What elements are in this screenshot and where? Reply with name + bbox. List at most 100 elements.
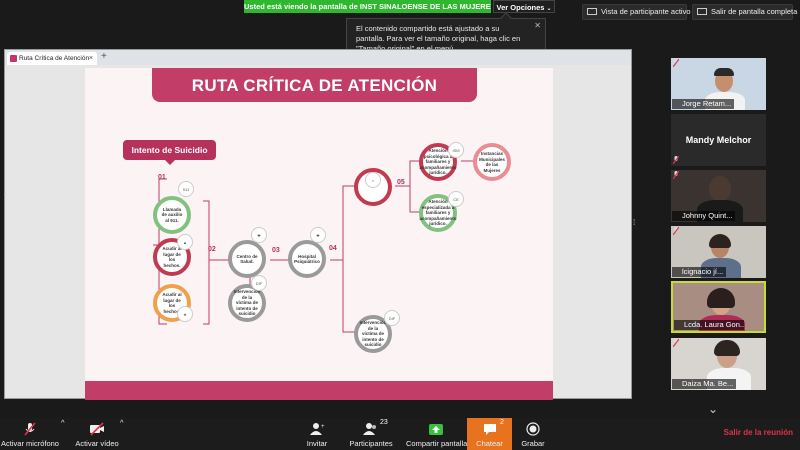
- new-tab-icon[interactable]: +: [101, 51, 107, 62]
- gallery-icon: [587, 7, 597, 15]
- person-hair: [707, 288, 735, 308]
- participant-name: Lcda. Laura Gon...: [674, 320, 744, 330]
- step-02: 02: [208, 246, 216, 253]
- muted-mic-icon: [673, 156, 679, 164]
- zoom-meeting-window: Usted está viendo la pantalla de INST SI…: [0, 0, 800, 450]
- mic-options-chevron-icon[interactable]: ^: [61, 418, 65, 450]
- node-hospital-text: Hospital Psiquiátrico: [294, 253, 320, 265]
- slide-footer-band: [85, 381, 553, 400]
- chevron-down-icon: ⌄: [546, 6, 552, 12]
- node-hospital: Hospital Psiquiátrico: [288, 240, 326, 278]
- start-video-button[interactable]: Activar vídeo: [72, 418, 122, 450]
- muted-mic-icon: [673, 171, 679, 179]
- record-icon: [526, 422, 540, 436]
- step-05: 05: [397, 179, 405, 186]
- invite-label: Invitar: [306, 439, 328, 448]
- women-inst-logo-icon: ISM: [448, 142, 464, 158]
- splitter-handle-icon[interactable]: ⁞: [633, 218, 635, 227]
- start-box: Intento de Suicidio: [123, 140, 216, 165]
- gallery-view-button[interactable]: Vista de participante activo: [582, 4, 691, 20]
- person-hair: [714, 68, 734, 76]
- share-banner: Usted está viendo la pantalla de INST SI…: [244, 0, 491, 13]
- video-options-chevron-icon[interactable]: ^: [120, 418, 124, 450]
- step-04: 04: [329, 245, 337, 252]
- tab-close-icon[interactable]: ×: [89, 52, 93, 65]
- step-03: 03: [272, 247, 280, 254]
- participant-name-center: Mandy Melchor: [685, 135, 752, 145]
- shared-screen: Ruta Crítica de Atención × + RUTA CRÍTIC…: [4, 49, 632, 400]
- node-centro-salud: Centro de Salud.: [228, 240, 266, 278]
- tooltip-arrow: [500, 12, 512, 24]
- meeting-toolbar: Activar micrófono ^ Activar vídeo ^ + In…: [0, 418, 800, 450]
- start-video-label: Activar vídeo: [75, 439, 119, 448]
- scroll-participants-down-icon[interactable]: ⌄: [708, 402, 718, 416]
- node-instancias: Instancias Municipales de las Mujeres: [473, 143, 511, 181]
- person-face: [709, 176, 731, 202]
- node-acudir-1-text: Acudir al lugar de los hechos.: [162, 246, 182, 268]
- fullscreen-exit-icon: [697, 7, 707, 15]
- chat-icon: [483, 424, 496, 435]
- ceav-logo-icon: CE: [448, 191, 464, 207]
- leave-meeting-button[interactable]: Salir de la reunión: [724, 428, 793, 437]
- participant-tile[interactable]: Mandy Melchor: [671, 114, 766, 166]
- unmute-button[interactable]: Activar micrófono: [0, 418, 60, 450]
- step-01: 01: [158, 174, 166, 181]
- participant-name: Johnny Quint...: [672, 211, 736, 221]
- health-logo-icon: ✚: [251, 227, 267, 243]
- participant-name: Jorge Retam...: [672, 99, 735, 109]
- view-options-button[interactable]: Ver Opciones ⌄: [493, 0, 555, 13]
- invite-button[interactable]: + Invitar: [300, 418, 334, 450]
- record-button[interactable]: Grabar: [518, 418, 548, 450]
- node-centro-text: Centro de Salud.: [236, 253, 258, 265]
- dif-logo-icon: DIF: [251, 275, 267, 291]
- unmute-label: Activar micrófono: [1, 439, 59, 448]
- exit-fullscreen-button[interactable]: Salir de pantalla completa: [692, 4, 797, 20]
- shield-logo-icon: ▲: [177, 234, 193, 250]
- share-screen-icon: [429, 424, 443, 435]
- chat-count: 2: [500, 419, 504, 426]
- police-logo-icon: ★: [177, 306, 193, 322]
- chat-label: Chatear: [476, 439, 503, 448]
- node-interv2-text: Intervención de la víctima de intento de…: [359, 320, 387, 348]
- tab-title: Ruta Crítica de Atención: [19, 55, 90, 62]
- close-icon[interactable]: ✕: [534, 21, 541, 31]
- node-interv1-text: Intervención de la víctima de intento de…: [233, 289, 261, 317]
- node-llamada-text: Llamada de auxilio al 911.: [161, 206, 183, 223]
- person-hair: [709, 234, 731, 248]
- chat-button[interactable]: 2 Chatear: [467, 418, 512, 450]
- favicon-icon: [10, 55, 17, 62]
- participants-label: Participantes: [349, 439, 393, 448]
- presentation-slide: RUTA CRÍTICA DE ATENCIÓN Intento de Suic…: [85, 68, 553, 400]
- hospital-logo-icon: ✚: [310, 227, 326, 243]
- browser-tabstrip: Ruta Crítica de Atención × +: [5, 50, 631, 65]
- node-instancias-text: Instancias Municipales de las Mujeres: [479, 151, 505, 173]
- muted-mic-icon: [673, 339, 679, 347]
- participants-count: 23: [380, 419, 388, 426]
- institution-logo-icon: ⌂: [365, 172, 381, 188]
- view-options-label: Ver Opciones: [496, 3, 545, 12]
- invite-icon: +: [310, 423, 325, 435]
- browser-tab[interactable]: Ruta Crítica de Atención ×: [7, 52, 97, 65]
- participant-name: Daiza Ma. Be...: [672, 379, 737, 389]
- muted-mic-icon: [673, 59, 679, 67]
- video-off-icon: [90, 422, 104, 436]
- exit-fullscreen-label: Salir de pantalla completa: [711, 7, 798, 16]
- participant-tile-active-speaker[interactable]: Lcda. Laura Gon...: [671, 281, 766, 333]
- share-screen-label: Compartir pantalla: [406, 439, 468, 448]
- dif-logo-icon-2: DIF: [384, 310, 400, 326]
- emergency-logo-icon: 911: [178, 181, 194, 197]
- record-label: Grabar: [521, 439, 545, 448]
- svg-text:+: +: [321, 424, 325, 430]
- participant-tile[interactable]: lcignacio jí...: [671, 226, 766, 278]
- gallery-view-label: Vista de participante activo: [601, 7, 691, 16]
- participants-icon: [363, 423, 376, 435]
- node-llamada: Llamada de auxilio al 911.: [153, 196, 191, 234]
- muted-mic-icon: [24, 422, 36, 436]
- participant-tile[interactable]: Jorge Retam...: [671, 58, 766, 110]
- participant-tile[interactable]: Daiza Ma. Be...: [671, 338, 766, 390]
- left-edge-handle-icon[interactable]: ‹: [4, 190, 7, 199]
- participants-button[interactable]: 23 Participantes: [348, 418, 394, 450]
- participant-tile[interactable]: Johnny Quint...: [671, 170, 766, 222]
- muted-mic-icon: [673, 227, 679, 235]
- share-screen-button[interactable]: Compartir pantalla: [406, 418, 468, 450]
